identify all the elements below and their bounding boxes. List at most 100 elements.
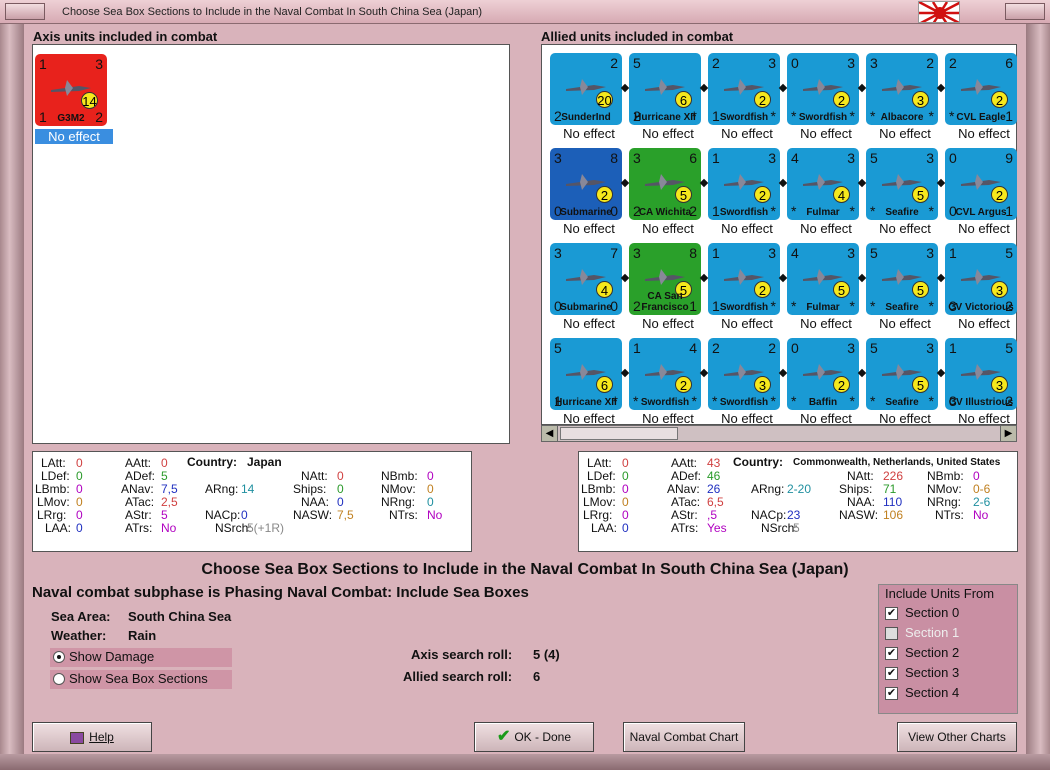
section-checkbox-3[interactable]: ✔ Section 3 xyxy=(885,665,1005,683)
unit-counter[interactable]: 3 2 * * 3 Albacore xyxy=(866,53,938,125)
unit-counter[interactable]: 0 3 * * 2 Baffin xyxy=(787,338,859,410)
unit-counter[interactable]: 2 2 * * 3 Swordfish xyxy=(708,338,780,410)
show-damage-radio[interactable]: Show Damage xyxy=(50,648,232,667)
radio-unselected-icon[interactable] xyxy=(53,673,65,685)
unit-top-left-value: 1 xyxy=(712,150,720,166)
unit-counter-cell[interactable]: 1 3 1 * 2 Swordfish No effect xyxy=(699,243,786,338)
unit-name: Swordfish xyxy=(719,302,769,313)
scroll-left-icon[interactable]: ◀ xyxy=(542,426,558,441)
unit-top-left-value: 3 xyxy=(633,150,641,166)
section-checkbox-1[interactable]: Section 1 xyxy=(885,625,1005,643)
unit-counter-cell[interactable]: 0 9 0 1 2 CVL Argus No effect xyxy=(936,148,1023,243)
section-checkbox-4[interactable]: ✔ Section 4 xyxy=(885,685,1005,703)
checkbox-icon[interactable]: ✔ xyxy=(885,667,898,680)
checkbox-icon[interactable] xyxy=(885,627,898,640)
unit-top-left-value: 4 xyxy=(791,150,799,166)
unit-counter-cell[interactable]: 5 3 * * 5 Seafire No effect xyxy=(857,243,944,338)
unit-name: Baffin xyxy=(808,397,838,408)
unit-counter-cell[interactable]: 3 2 * * 3 Albacore No effect xyxy=(857,53,944,148)
radio-selected-icon[interactable] xyxy=(53,651,65,663)
unit-counter-cell[interactable]: 1 4 * * 2 Swordfish No effect xyxy=(620,338,707,433)
unit-counter-cell[interactable]: 3 6 2 2 5 CA Wichita No effect xyxy=(620,148,707,243)
unit-counter-cell[interactable]: 2 2 20 SunderInd No effect xyxy=(550,53,628,148)
unit-counter-cell[interactable]: 1 5 3 2 3 CV Victorious No effect xyxy=(936,243,1023,338)
unit-counter[interactable]: 1 3 1 2 14 G3M2 xyxy=(35,54,107,126)
unit-counter[interactable]: 1 5 3 2 3 CV Illustrious xyxy=(945,338,1017,410)
unit-top-left-value: 1 xyxy=(949,245,957,261)
unit-counter[interactable]: 3 8 2 1 5 CA San Francisco xyxy=(629,243,701,315)
country-label: Country: xyxy=(187,455,237,469)
unit-counter-cell[interactable]: 0 3 * * 2 Swordfish No effect xyxy=(778,53,865,148)
close-button[interactable] xyxy=(1005,3,1045,20)
book-icon xyxy=(70,731,85,744)
scroll-thumb[interactable] xyxy=(560,427,678,440)
stat-value-nbmb: 0 xyxy=(427,469,434,483)
unit-effect-text: No effect xyxy=(721,411,773,426)
unit-counter[interactable]: 1 3 1 * 2 Swordfish xyxy=(708,243,780,315)
stat-value-nacp: 0 xyxy=(241,508,248,522)
checkbox-icon[interactable]: ✔ xyxy=(885,607,898,620)
stat-value-ntrs: No xyxy=(973,508,989,522)
unit-top-right-value: 5 xyxy=(1005,340,1013,356)
unit-counter[interactable]: 0 3 * * 2 Swordfish xyxy=(787,53,859,125)
unit-counter-cell[interactable]: 5 2 * 6 Hurricane XII No effect xyxy=(620,53,707,148)
unit-counter[interactable]: 3 8 0 0 2 Submarine xyxy=(550,148,622,220)
checkbox-icon[interactable]: ✔ xyxy=(885,687,898,700)
unit-effect-text: No effect xyxy=(879,126,931,141)
unit-top-left-value: 5 xyxy=(870,340,878,356)
unit-counter-cell[interactable]: 5 1 * 6 Hurricane XII No effect xyxy=(550,338,628,433)
unit-counter-cell[interactable]: 4 3 * * 4 Fulmar No effect xyxy=(778,148,865,243)
unit-counter-cell[interactable]: 1 3 1 2 14 G3M2 No effect xyxy=(35,51,113,146)
unit-counter-cell[interactable]: 2 6 * 1 2 CVL Eagle No effect xyxy=(936,53,1023,148)
unit-counter[interactable]: 5 1 * 6 Hurricane XII xyxy=(550,338,622,410)
allied-search-roll-value: 6 xyxy=(533,669,541,684)
unit-counter[interactable]: 3 6 2 2 5 CA Wichita xyxy=(629,148,701,220)
show-sections-radio[interactable]: Show Sea Box Sections xyxy=(50,670,232,689)
unit-counter-cell[interactable]: 2 3 1 * 2 Swordfish No effect xyxy=(699,53,786,148)
unit-counter[interactable]: 5 3 * * 5 Seafire xyxy=(866,338,938,410)
axis-search-roll-value: 5 (4) xyxy=(533,647,560,662)
unit-counter[interactable]: 5 3 * * 5 Seafire xyxy=(866,148,938,220)
unit-counter-cell[interactable]: 0 3 * * 2 Baffin No effect xyxy=(778,338,865,433)
unit-counter[interactable]: 4 3 * * 5 Fulmar xyxy=(787,243,859,315)
unit-top-left-value: 1 xyxy=(712,245,720,261)
unit-counter[interactable]: 1 4 * * 2 Swordfish xyxy=(629,338,701,410)
stat-label-latt: LAtt: xyxy=(587,456,612,470)
unit-counter-cell[interactable]: 5 3 * * 5 Seafire No effect xyxy=(857,148,944,243)
unit-counter[interactable]: 5 2 * 6 Hurricane XII xyxy=(629,53,701,125)
ok-done-button[interactable]: ✔ OK - Done xyxy=(474,722,594,752)
stat-label-natt: NAtt: xyxy=(847,469,874,483)
unit-counter-cell[interactable]: 3 8 2 1 5 CA San Francisco No effect xyxy=(620,243,707,338)
help-button[interactable]: Help xyxy=(32,722,152,752)
unit-name: Seafire xyxy=(885,207,919,218)
unit-counter-cell[interactable]: 3 7 0 0 4 Submarine No effect xyxy=(550,243,628,338)
unit-counter-cell[interactable]: 3 8 0 0 2 Submarine No effect xyxy=(550,148,628,243)
axis-units-panel: 1 3 1 2 14 G3M2 No effect xyxy=(32,44,510,444)
unit-counter-cell[interactable]: 2 2 * * 3 Swordfish No effect xyxy=(699,338,786,433)
checkbox-icon[interactable]: ✔ xyxy=(885,647,898,660)
stat-label-lmov: LMov: xyxy=(37,495,70,509)
unit-counter[interactable]: 1 3 1 * 2 Swordfish xyxy=(708,148,780,220)
stat-value-atrs: Yes xyxy=(707,521,727,535)
naval-combat-chart-button[interactable]: Naval Combat Chart xyxy=(623,722,745,752)
unit-counter[interactable]: 2 6 * 1 2 CVL Eagle xyxy=(945,53,1017,125)
unit-counter[interactable]: 0 9 0 1 2 CVL Argus xyxy=(945,148,1017,220)
system-menu-button[interactable] xyxy=(5,3,45,20)
unit-name: Hurricane XII xyxy=(634,112,696,123)
unit-top-left-value: 5 xyxy=(633,55,641,71)
scroll-right-icon[interactable]: ▶ xyxy=(1000,426,1016,441)
unit-counter[interactable]: 2 2 20 SunderInd xyxy=(550,53,622,125)
view-other-charts-button[interactable]: View Other Charts xyxy=(897,722,1017,752)
unit-counter-cell[interactable]: 5 3 * * 5 Seafire No effect xyxy=(857,338,944,433)
unit-counter[interactable]: 5 3 * * 5 Seafire xyxy=(866,243,938,315)
section-checkbox-0[interactable]: ✔ Section 0 xyxy=(885,605,1005,623)
unit-counter[interactable]: 3 7 0 0 4 Submarine xyxy=(550,243,622,315)
unit-counter[interactable]: 1 5 3 2 3 CV Victorious xyxy=(945,243,1017,315)
section-checkbox-2[interactable]: ✔ Section 2 xyxy=(885,645,1005,663)
unit-counter-cell[interactable]: 1 5 3 2 3 CV Illustrious No effect xyxy=(936,338,1023,433)
unit-counter[interactable]: 2 3 1 * 2 Swordfish xyxy=(708,53,780,125)
unit-counter[interactable]: 4 3 * * 4 Fulmar xyxy=(787,148,859,220)
allied-scrollbar[interactable]: ◀ ▶ xyxy=(541,425,1017,442)
unit-counter-cell[interactable]: 1 3 1 * 2 Swordfish No effect xyxy=(699,148,786,243)
unit-counter-cell[interactable]: 4 3 * * 5 Fulmar No effect xyxy=(778,243,865,338)
